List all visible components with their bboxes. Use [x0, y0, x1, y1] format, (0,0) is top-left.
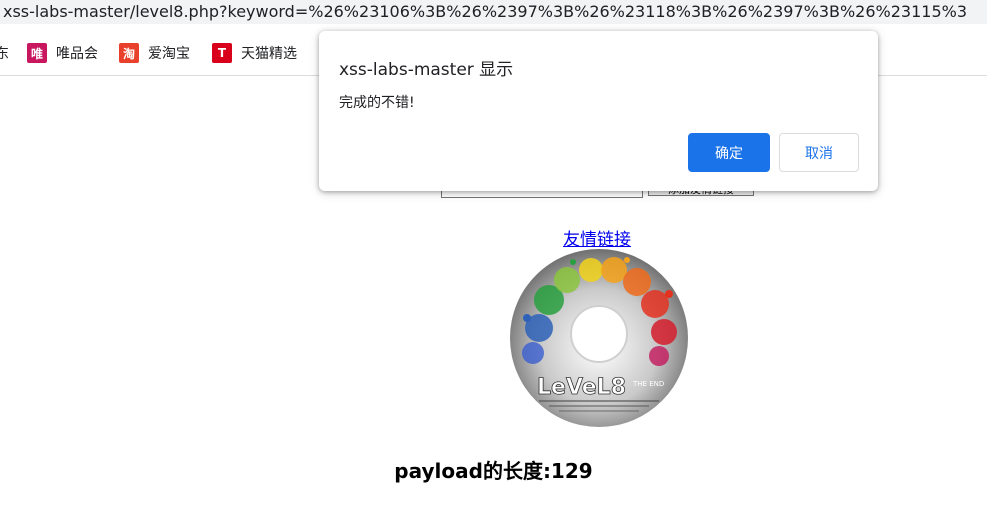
vip-icon: 唯 — [27, 43, 47, 63]
url-text[interactable]: xss-labs-master/level8.php?keyword=%26%2… — [3, 1, 967, 23]
bookmark-label: 东 — [0, 46, 9, 62]
cancel-button[interactable]: 取消 — [779, 133, 859, 172]
bookmark-item-aitaobao[interactable]: 淘 爱淘宝 — [119, 43, 190, 63]
alert-dialog: xss-labs-master 显示 完成的不错! 确定 取消 — [319, 31, 878, 191]
payload-length: payload的长度:129 — [394, 459, 593, 483]
address-bar[interactable]: xss-labs-master/level8.php?keyword=%26%2… — [0, 0, 987, 24]
logo-subtext: THE END — [632, 380, 664, 388]
bookmark-item-jd[interactable]: 东 — [0, 43, 9, 63]
bookmark-item-vip[interactable]: 唯 唯品会 — [27, 43, 98, 63]
logo-text: LeVeL8 — [537, 375, 626, 400]
tmall-icon: T — [212, 43, 232, 63]
dialog-message: 完成的不错! — [339, 95, 415, 111]
ok-button[interactable]: 确定 — [688, 133, 770, 172]
friend-link[interactable]: 友情链接 — [563, 225, 631, 250]
taobao-icon: 淘 — [119, 43, 139, 63]
bookmark-label: 唯品会 — [56, 46, 98, 62]
dialog-title: xss-labs-master 显示 — [339, 60, 514, 80]
bookmark-label: 爱淘宝 — [148, 46, 190, 62]
bookmark-label: 天猫精选 — [241, 46, 297, 62]
bookmark-item-tmall[interactable]: T 天猫精选 — [212, 43, 297, 63]
level8-logo-image: LeVeL8 THE END — [510, 249, 688, 427]
